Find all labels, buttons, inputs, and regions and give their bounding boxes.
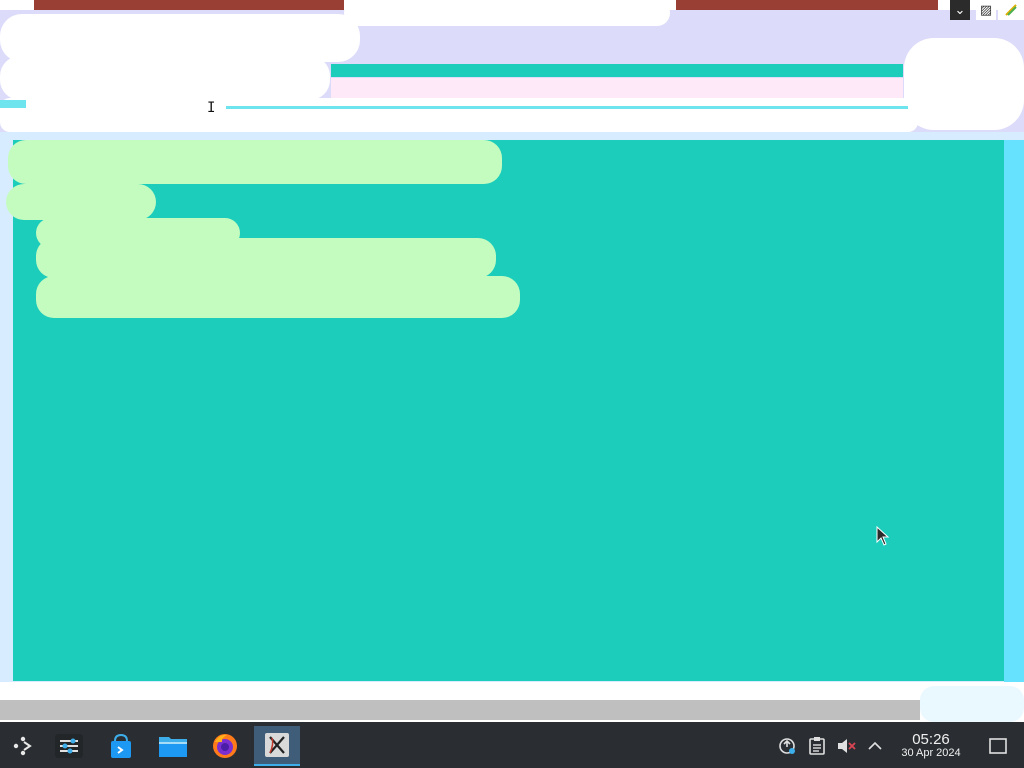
tray-expand-chevron-icon[interactable] bbox=[865, 736, 885, 756]
desktop-screen: I ⌄ ▨ 05:26 30 Apr 2024 bbox=[0, 0, 1024, 768]
right-scroll-edge bbox=[1004, 140, 1024, 685]
show-desktop-icon[interactable] bbox=[988, 736, 1008, 756]
progress-bar-fill bbox=[331, 64, 903, 77]
application-launcher-icon[interactable] bbox=[0, 726, 46, 766]
chevron-down-icon[interactable]: ⌄ bbox=[950, 0, 970, 20]
address-bar-indicator bbox=[0, 100, 26, 108]
clock-date[interactable]: 30 Apr 2024 bbox=[890, 747, 972, 759]
bottom-right-region bbox=[920, 686, 1024, 722]
header-subtitle-region bbox=[0, 56, 330, 100]
clipboard-icon[interactable] bbox=[807, 736, 827, 756]
clock-time[interactable]: 05:26 bbox=[890, 731, 972, 748]
window-title-strip-right bbox=[676, 0, 938, 10]
content-heading bbox=[8, 140, 502, 184]
address-bar-underline bbox=[226, 106, 908, 109]
x-app-icon[interactable] bbox=[254, 726, 300, 766]
network-status-icon[interactable] bbox=[777, 736, 797, 756]
mouse-pointer-icon bbox=[876, 526, 890, 546]
header-right-region bbox=[904, 38, 1024, 130]
horizontal-scrollbar[interactable] bbox=[0, 700, 920, 720]
content-list-item bbox=[36, 238, 496, 278]
progress-bar bbox=[331, 64, 903, 77]
system-settings-icon[interactable] bbox=[46, 726, 92, 766]
network-hatch-icon[interactable]: ▨ bbox=[976, 0, 996, 20]
window-title-strip bbox=[34, 0, 344, 10]
file-manager-icon[interactable] bbox=[150, 726, 196, 766]
window-corner-region bbox=[998, 0, 1024, 20]
content-list-item bbox=[36, 276, 520, 318]
address-bar[interactable] bbox=[0, 98, 918, 132]
content-heading-continued bbox=[6, 184, 156, 220]
text-cursor-icon: I bbox=[207, 100, 216, 116]
window-title bbox=[344, 0, 670, 26]
firefox-icon[interactable] bbox=[202, 726, 248, 766]
volume-muted-icon[interactable] bbox=[836, 736, 856, 756]
header-title-region bbox=[0, 14, 360, 62]
discover-store-icon[interactable] bbox=[98, 726, 144, 766]
